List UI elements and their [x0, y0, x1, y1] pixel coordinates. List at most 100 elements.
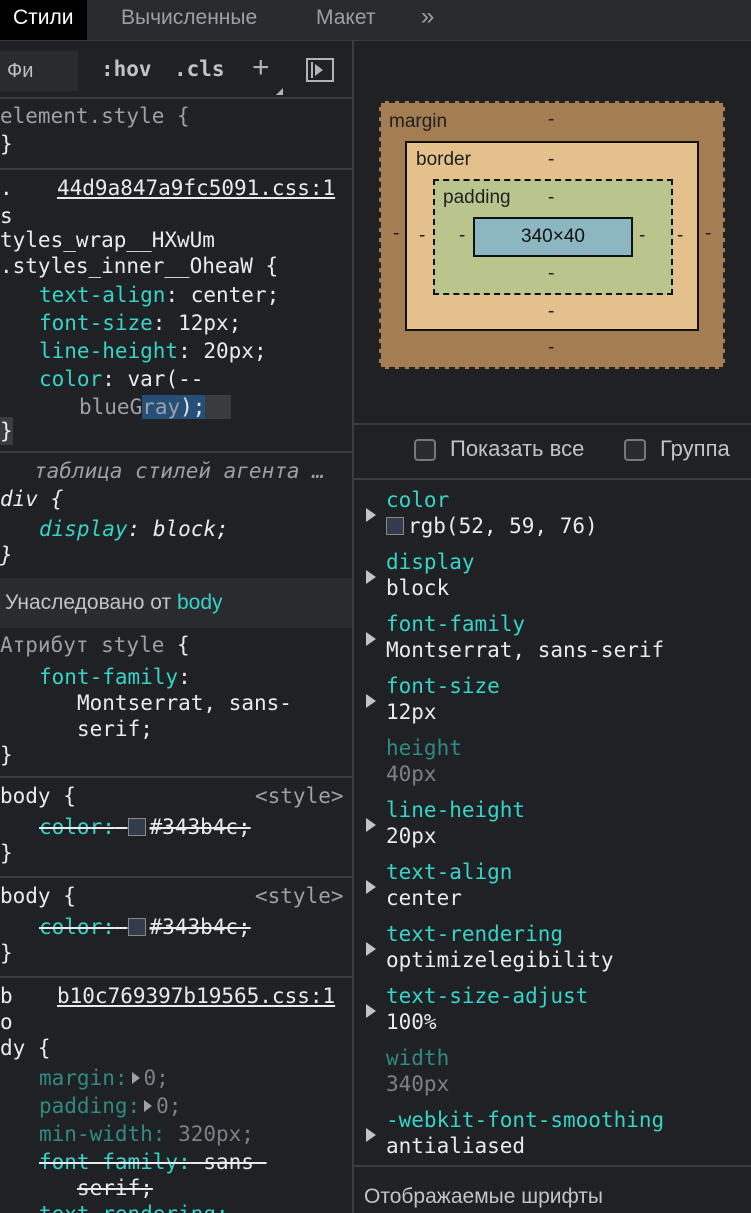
element-style-selector: element.style {	[0, 104, 190, 128]
box-model-content[interactable]: 340×40	[473, 217, 633, 257]
color-swatch-icon[interactable]	[127, 918, 146, 936]
expand-triangle-icon[interactable]	[366, 632, 376, 646]
margin-top-value[interactable]: -	[548, 109, 554, 131]
body1-source[interactable]: <style>	[255, 782, 344, 810]
rule-divider	[0, 451, 352, 453]
styles-toolbar: Фи :hov .cls +	[0, 41, 352, 99]
computed-color-name[interactable]: color	[386, 487, 449, 513]
expand-triangle-icon[interactable]	[366, 880, 376, 894]
cls-button[interactable]: .cls	[174, 57, 225, 81]
color-swatch-icon[interactable]	[127, 818, 146, 836]
rule1-prop-text-align[interactable]: text-align: center;	[39, 281, 279, 309]
body2-source[interactable]: <style>	[255, 882, 344, 910]
rendered-fonts-header[interactable]: Отображаемые шрифты	[354, 1165, 751, 1213]
body1-prop-color[interactable]: color: #343b4c;	[39, 813, 251, 841]
computed-text-size-adjust-name[interactable]: text-size-adjust	[386, 983, 588, 1009]
tab-computed[interactable]: Вычисленные	[108, 0, 270, 40]
computed-height-name[interactable]: height	[386, 735, 462, 761]
rule1-selector-line3: tyles_wrap__HXwUm	[0, 228, 215, 252]
computed-text-align-value: center	[386, 886, 462, 910]
attr-prop-value1: Montserrat, sans-	[77, 691, 292, 715]
rule1-selector-line4: .styles_inner__OheaW {	[0, 254, 279, 278]
margin-right-value[interactable]: -	[705, 223, 711, 245]
margin-left-value[interactable]: -	[393, 223, 399, 245]
expand-triangle-icon[interactable]	[366, 694, 376, 708]
show-all-checkbox[interactable]	[414, 439, 436, 461]
rule-divider	[0, 976, 352, 978]
group-label[interactable]: Группа	[660, 436, 730, 462]
attr-prop-font-family[interactable]: font-family:	[39, 663, 191, 691]
body3-prop-text-rendering[interactable]: text-rendering:	[39, 1200, 229, 1213]
show-all-label[interactable]: Показать все	[450, 436, 584, 462]
box-model-margin[interactable]: margin - - - - border - - - - padding - …	[379, 101, 725, 369]
body3-prop-font-family[interactable]: font-family: sans-	[39, 1148, 267, 1176]
rule1-prop-font-size[interactable]: font-size: 12px;	[39, 309, 241, 337]
computed-display-value: block	[386, 576, 450, 600]
element-style-close: }	[0, 132, 13, 156]
computed-font-family-name[interactable]: font-family	[386, 611, 525, 637]
computed-font-size-value: 12px	[386, 700, 437, 724]
margin-bottom-value[interactable]: -	[548, 337, 554, 359]
more-tabs-icon[interactable]: »	[421, 0, 434, 40]
box-model-padding[interactable]: padding - - - - 340×40	[433, 179, 673, 295]
expand-triangle-icon[interactable]	[366, 508, 376, 522]
computed-pane: margin - - - - border - - - - padding - …	[354, 41, 751, 1213]
expand-triangle-icon[interactable]	[366, 570, 376, 584]
computed-text-rendering-name[interactable]: text-rendering	[386, 921, 563, 947]
new-style-rule-button[interactable]: +	[252, 51, 270, 85]
rule1-prop-line-height[interactable]: line-height: 20px;	[39, 337, 267, 365]
margin-label: margin	[389, 111, 448, 132]
padding-label: padding	[443, 187, 511, 208]
section-divider	[354, 423, 751, 425]
border-bottom-value[interactable]: -	[548, 301, 554, 323]
border-label: border	[416, 149, 471, 170]
computed-line-height-name[interactable]: line-height	[386, 797, 525, 823]
computed-font-family-value: Montserrat, sans-serif	[386, 638, 665, 662]
group-checkbox[interactable]	[624, 439, 646, 461]
expand-triangle-icon[interactable]	[366, 818, 376, 832]
padding-top-value[interactable]: -	[548, 187, 554, 209]
body2-selector: body {	[0, 884, 76, 908]
computed-text-align-name[interactable]: text-align	[386, 859, 512, 885]
hov-button[interactable]: :hov	[101, 57, 152, 81]
computed-display-name[interactable]: display	[386, 549, 475, 575]
border-left-value[interactable]: -	[419, 225, 425, 247]
tab-layout[interactable]: Макет	[303, 0, 388, 40]
computed-width-name[interactable]: width	[386, 1045, 449, 1071]
inherited-body-link[interactable]: body	[177, 591, 223, 614]
rule1-prop-color-value[interactable]: blueGray);	[79, 393, 231, 421]
padding-left-value[interactable]: -	[459, 225, 465, 247]
toggle-sidebar-icon[interactable]	[306, 58, 334, 82]
body3-prop-min-width[interactable]: min-width: 320px;	[39, 1120, 254, 1148]
expand-triangle-icon[interactable]	[144, 1100, 153, 1112]
border-top-value[interactable]: -	[548, 149, 554, 171]
computed-text-size-adjust-value: 100%	[386, 1010, 437, 1034]
color-swatch-icon[interactable]	[386, 517, 404, 535]
body2-prop-color[interactable]: color: #343b4c;	[39, 913, 251, 941]
tab-styles[interactable]: Стили	[0, 0, 87, 40]
rule1-source-link[interactable]: 44d9a847a9fc5091.css:1	[57, 174, 335, 202]
body3-selector-line1: b	[0, 984, 13, 1008]
rule1-prop-color[interactable]: color: var(--	[39, 365, 203, 393]
rule-divider	[0, 876, 352, 878]
expand-triangle-icon[interactable]	[366, 1004, 376, 1018]
box-model-border[interactable]: border - - - - padding - - - - 340×40	[405, 141, 699, 331]
body3-prop-padding[interactable]: padding: 0;	[39, 1092, 181, 1120]
body3-source-link[interactable]: b10c769397b19565.css:1	[57, 982, 335, 1010]
expand-triangle-icon[interactable]	[366, 1128, 376, 1142]
computed-font-size-name[interactable]: font-size	[386, 673, 500, 699]
section-divider	[354, 478, 751, 480]
expand-triangle-icon[interactable]	[366, 942, 376, 956]
padding-bottom-value[interactable]: -	[548, 263, 554, 285]
body3-prop-margin[interactable]: margin: 0;	[39, 1064, 169, 1092]
computed-webkit-font-smoothing-name[interactable]: -webkit-font-smoothing	[386, 1107, 664, 1133]
panel-tabs: Стили Вычисленные Макет »	[0, 0, 751, 41]
filter-input[interactable]: Фи	[0, 51, 78, 91]
computed-height-value: 40px	[386, 762, 437, 786]
body3-selector-line3: dy {	[0, 1036, 51, 1060]
expand-triangle-icon[interactable]	[131, 1072, 140, 1084]
new-rule-menu-icon[interactable]	[276, 81, 283, 95]
border-right-value[interactable]: -	[677, 225, 683, 247]
padding-right-value[interactable]: -	[639, 225, 645, 247]
rule1-close: }	[0, 417, 13, 445]
